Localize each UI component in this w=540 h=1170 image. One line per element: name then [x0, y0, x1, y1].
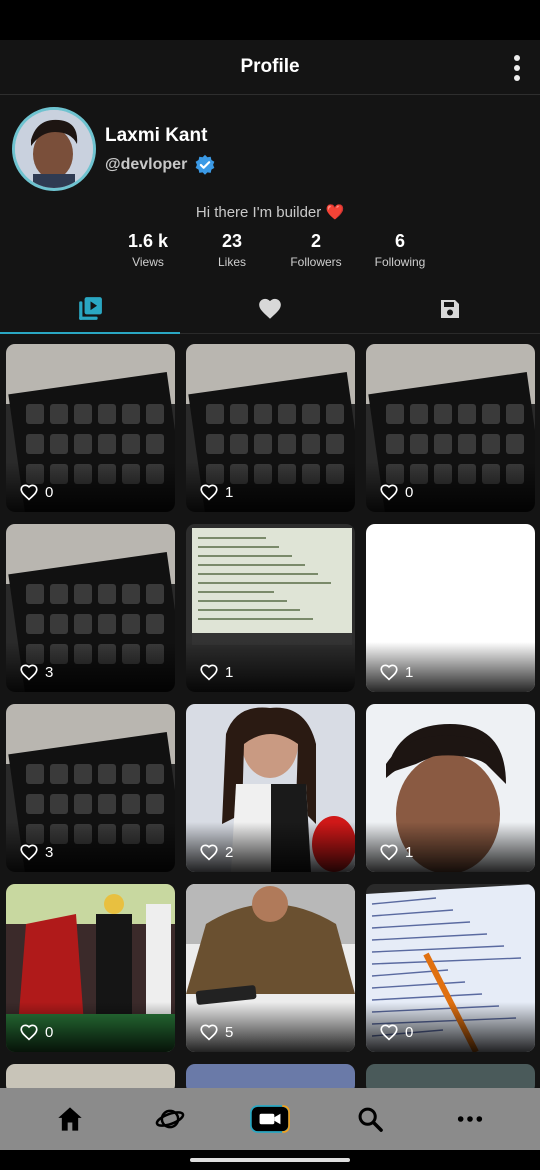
- status-bar: [0, 0, 540, 40]
- video-thumbnail-partial[interactable]: [366, 1064, 535, 1088]
- handle-text: @devloper: [105, 156, 188, 173]
- like-count: 0: [19, 1023, 53, 1041]
- profile-tabs: [0, 285, 540, 334]
- like-count-value: 1: [405, 843, 414, 861]
- like-count: 3: [19, 843, 53, 861]
- like-count-value: 0: [45, 483, 54, 501]
- tab-liked[interactable]: [180, 285, 360, 333]
- like-count: 1: [379, 843, 413, 861]
- heart-outline-icon: [380, 1024, 398, 1041]
- heart-outline-icon: [200, 484, 218, 501]
- like-count: 1: [379, 663, 413, 681]
- video-thumbnail[interactable]: 0: [366, 884, 535, 1052]
- nav-search[interactable]: [350, 1099, 390, 1139]
- profile-bio: Hi there I'm builder ❤️: [195, 204, 345, 221]
- like-count-value: 0: [405, 483, 414, 501]
- video-thumbnail[interactable]: 5: [186, 884, 355, 1052]
- like-count-value: 3: [45, 843, 54, 861]
- page-title: Profile: [240, 56, 300, 77]
- stat-label: Views: [132, 255, 164, 269]
- like-count: 0: [379, 1023, 413, 1041]
- heart-outline-icon: [20, 1024, 38, 1041]
- stat-label: Followers: [290, 255, 342, 269]
- stat-label: Likes: [217, 255, 246, 269]
- profile-handle: @devloper: [105, 154, 216, 176]
- video-thumbnail-partial[interactable]: [6, 1064, 175, 1088]
- nav-home[interactable]: [50, 1099, 90, 1139]
- planet-icon: [155, 1109, 185, 1129]
- like-count: 1: [199, 483, 233, 501]
- video-thumbnail[interactable]: 0: [366, 344, 535, 512]
- video-thumbnail[interactable]: 2: [186, 704, 355, 872]
- like-count-value: 3: [45, 663, 54, 681]
- heart-outline-icon: [20, 844, 38, 861]
- more-horizontal-icon: [457, 1116, 483, 1122]
- profile-screen: Profile Laxmi Kant @devloper Hi there I'…: [0, 40, 540, 1088]
- heart-outline-icon: [200, 1024, 218, 1041]
- like-count-value: 0: [405, 1023, 414, 1041]
- like-count-value: 2: [225, 843, 234, 861]
- like-count: 2: [199, 843, 233, 861]
- nav-create[interactable]: [250, 1099, 290, 1139]
- profile-name: Laxmi Kant: [105, 125, 208, 146]
- like-count: 0: [379, 483, 413, 501]
- stat-views[interactable]: 1.6 k Views: [108, 231, 188, 269]
- video-library-icon: [79, 297, 102, 320]
- like-count-value: 0: [45, 1023, 54, 1041]
- video-thumbnail[interactable]: 0: [6, 344, 175, 512]
- system-home-indicator: [0, 1150, 540, 1170]
- heart-outline-icon: [380, 484, 398, 501]
- video-thumbnail[interactable]: 1: [186, 344, 355, 512]
- heart-outline-icon: [380, 664, 398, 681]
- heart-outline-icon: [380, 844, 398, 861]
- stat-following[interactable]: 6 Following: [360, 231, 440, 269]
- profile-header: Laxmi Kant @devloper: [0, 95, 540, 195]
- like-count: 1: [199, 663, 233, 681]
- stat-likes[interactable]: 23 Likes: [192, 231, 272, 269]
- video-thumbnail[interactable]: 3: [6, 704, 175, 872]
- heart-icon: [259, 298, 281, 319]
- like-count: 3: [19, 663, 53, 681]
- stat-value: 23: [221, 231, 243, 251]
- stat-label: Following: [374, 255, 426, 269]
- stat-value: 6: [394, 231, 405, 251]
- stat-value: 1.6 k: [127, 231, 169, 251]
- avatar[interactable]: [12, 107, 96, 191]
- video-thumbnail-partial[interactable]: [186, 1064, 355, 1088]
- video-thumbnail[interactable]: 0: [6, 884, 175, 1052]
- stat-followers[interactable]: 2 Followers: [276, 231, 356, 269]
- like-count-value: 1: [405, 663, 414, 681]
- verified-badge-icon: [195, 154, 215, 175]
- like-count: 5: [199, 1023, 233, 1041]
- app-header: Profile: [0, 40, 540, 95]
- video-thumbnail[interactable]: 1: [366, 704, 535, 872]
- heart-outline-icon: [20, 664, 38, 681]
- heart-outline-icon: [200, 664, 218, 681]
- more-vertical-icon[interactable]: [512, 55, 522, 81]
- tab-saved[interactable]: [360, 285, 540, 333]
- video-camera-icon: [250, 1105, 290, 1133]
- video-thumbnail[interactable]: 3: [6, 524, 175, 692]
- like-count-value: 1: [225, 663, 234, 681]
- video-thumbnail[interactable]: 1: [366, 524, 535, 692]
- like-count-value: 5: [225, 1023, 234, 1041]
- heart-outline-icon: [200, 844, 218, 861]
- save-icon: [441, 300, 459, 318]
- tab-videos[interactable]: [0, 285, 180, 334]
- nav-explore[interactable]: [150, 1099, 190, 1139]
- heart-outline-icon: [20, 484, 38, 501]
- search-icon: [358, 1107, 383, 1132]
- bottom-nav: [0, 1088, 540, 1150]
- home-icon: [58, 1107, 82, 1131]
- profile-stats: 1.6 k Views 23 Likes 2 Followers 6 Follo…: [0, 231, 540, 269]
- like-count-value: 1: [225, 483, 234, 501]
- video-thumbnail[interactable]: 1: [186, 524, 355, 692]
- like-count: 0: [19, 483, 53, 501]
- stat-value: 2: [310, 231, 321, 251]
- nav-more[interactable]: [450, 1099, 490, 1139]
